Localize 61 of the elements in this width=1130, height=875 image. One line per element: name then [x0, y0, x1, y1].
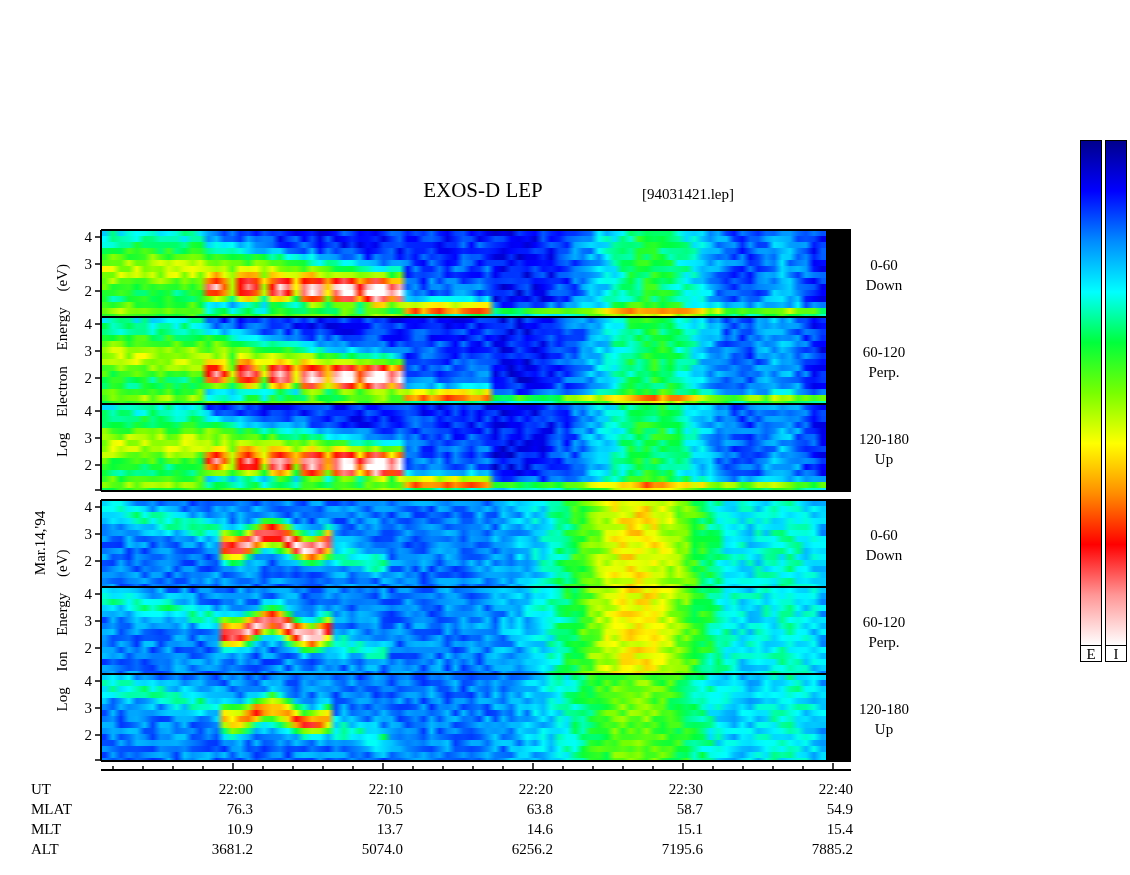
axis-value: 63.8: [526, 801, 553, 817]
tick-label: 2: [84, 283, 92, 299]
axis-value: 13.7: [376, 821, 403, 837]
axis-value: 22:40: [818, 781, 853, 797]
tick-label: 4: [84, 229, 92, 245]
direction-label: Up: [874, 450, 894, 467]
direction-label: Perp.: [868, 363, 900, 380]
tick-label: 3: [84, 700, 92, 716]
date-label: Mar.14,'94: [32, 510, 48, 576]
angle-range-label: 120-180: [859, 700, 909, 717]
direction-label: Down: [865, 546, 903, 563]
tick-label: 4: [84, 499, 92, 515]
direction-label: Up: [874, 720, 894, 737]
axis-value: 3681.2: [211, 841, 253, 857]
axis-label: Log Electron Energy (eV): [54, 264, 70, 457]
file-name-label: [94031421.lep]: [641, 186, 735, 202]
angle-range-label: 120-180: [859, 430, 909, 447]
axis-label: Log Ion Energy (eV): [54, 549, 70, 712]
scale-label: E: [1086, 646, 1096, 662]
direction-label: Perp.: [868, 633, 900, 650]
row-label: MLT: [31, 821, 62, 837]
plot-title: EXOS-D LEP: [423, 178, 543, 202]
axis-value: 6256.2: [511, 841, 553, 857]
row-label: UT: [31, 781, 51, 797]
axis-value: 22:10: [368, 781, 403, 797]
angle-range-label: 0-60: [870, 526, 898, 543]
angle-range-label: 0-60: [870, 256, 898, 273]
tick-label: 4: [84, 403, 92, 419]
tick-label: 2: [84, 370, 92, 386]
row-label: ALT: [31, 841, 59, 857]
scale-label: I: [1113, 646, 1119, 662]
axis-value: 7885.2: [811, 841, 853, 857]
axis-value: 15.1: [676, 821, 703, 837]
axis-value: 70.5: [376, 801, 403, 817]
tick-label: 2: [84, 457, 92, 473]
tick-label: 4: [84, 316, 92, 332]
tick-label: 3: [84, 343, 92, 359]
tick-label: 3: [84, 430, 92, 446]
direction-label: Down: [865, 276, 903, 293]
axis-value: 14.6: [526, 821, 553, 837]
axis-value: 54.9: [826, 801, 853, 817]
tick-label: 2: [84, 727, 92, 743]
axis-value: 15.4: [826, 821, 853, 837]
axis-value: 22:00: [218, 781, 253, 797]
tick-label: 3: [84, 613, 92, 629]
axis-value: 7195.6: [661, 841, 703, 857]
axis-value: 58.7: [676, 801, 703, 817]
axis-value: 5074.0: [361, 841, 403, 857]
axis-value: 76.3: [226, 801, 253, 817]
tick-label: 2: [84, 640, 92, 656]
axis-value: 22:20: [518, 781, 553, 797]
row-label: MLAT: [31, 801, 72, 817]
tick-label: 4: [84, 586, 92, 602]
angle-range-label: 60-120: [862, 613, 906, 630]
tick-label: 3: [84, 256, 92, 272]
axis-value: 22:30: [668, 781, 703, 797]
axis-value: 10.9: [226, 821, 253, 837]
tick-label: 3: [84, 526, 92, 542]
tick-label: 4: [84, 673, 92, 689]
angle-range-label: 60-120: [862, 343, 906, 360]
tick-label: 2: [84, 553, 92, 569]
